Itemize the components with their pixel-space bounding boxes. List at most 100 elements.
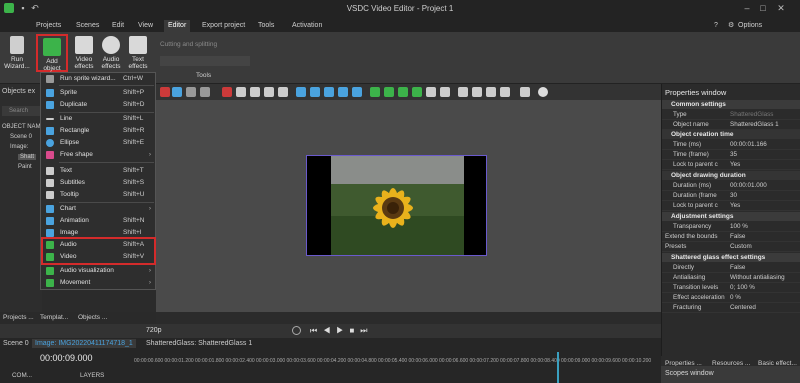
text-effects-button[interactable]: Text effects <box>124 36 152 70</box>
toolbar-icon[interactable] <box>310 87 320 97</box>
audio-effects-button[interactable]: Audio effects <box>97 36 125 70</box>
property-row[interactable]: Object name ShatteredGlass 1 <box>662 120 800 130</box>
list-item[interactable]: Scene 0 <box>10 134 32 140</box>
menu-item-rectangle[interactable]: Rectangle Shift+R <box>41 125 155 137</box>
toolbar-icon[interactable] <box>278 87 288 97</box>
tab-templates[interactable]: Templat... <box>40 314 68 321</box>
add-object-button[interactable]: Add object <box>36 34 68 72</box>
playback-controls[interactable]: ⏮◀▶■⏭ <box>310 326 374 336</box>
time-ruler[interactable]: 00:00:00.600 00:00:01.200 00:00:01.800 00:0… <box>134 358 661 370</box>
tab-tools[interactable]: Tools <box>254 20 278 32</box>
toolbar-icon[interactable] <box>398 87 408 97</box>
list-item[interactable]: Image: <box>10 144 28 150</box>
property-row[interactable]: Directly False <box>662 263 800 273</box>
property-row[interactable]: Antialiasing Without antialiasing <box>662 273 800 283</box>
menu-item-free-shape[interactable]: Free shape › <box>41 149 155 161</box>
menu-item-subtitles[interactable]: Subtitles Shift+S <box>41 177 155 189</box>
toolbar-icon[interactable] <box>500 87 510 97</box>
toolbar-icon[interactable] <box>384 87 394 97</box>
property-row[interactable]: Transition levels 0; 100 % <box>662 283 800 293</box>
options-button[interactable]: Options <box>734 20 766 32</box>
toolbar-icon[interactable] <box>324 87 334 97</box>
tab-image[interactable]: Image: IMG20220411174718_1 <box>32 339 136 348</box>
tab-edit[interactable]: Edit <box>108 20 128 32</box>
section-creation[interactable]: Object creation time <box>662 130 800 139</box>
toolbar-icon[interactable] <box>236 87 246 97</box>
maximize-icon[interactable]: □ <box>758 3 768 13</box>
tab-objects-explorer[interactable]: Objects ... <box>78 314 107 321</box>
toolbar-icon[interactable] <box>352 87 362 97</box>
menu-item-animation[interactable]: Animation Shift+N <box>41 215 155 227</box>
toolbar-icon[interactable] <box>458 87 468 97</box>
menu-item-movement[interactable]: Movement › <box>41 277 155 289</box>
property-row[interactable]: Duration (frame 30 <box>662 191 800 201</box>
toolbar-icon[interactable] <box>296 87 306 97</box>
gear-icon[interactable] <box>538 87 548 97</box>
property-row[interactable]: Duration (ms) 00:00:01.000 <box>662 181 800 191</box>
toolbar-icon[interactable] <box>412 87 422 97</box>
menu-item-sprite[interactable]: Sprite Shift+P <box>41 87 155 99</box>
toolbar-icon[interactable] <box>370 87 380 97</box>
toolbar-icon[interactable] <box>264 87 274 97</box>
property-row[interactable]: Presets Custom <box>662 242 800 252</box>
property-row[interactable]: Transparency 100 % <box>662 222 800 232</box>
toolbar-icon[interactable] <box>222 87 232 97</box>
menu-item-chart[interactable]: Chart › <box>41 203 155 215</box>
menu-item-text[interactable]: Text Shift+T <box>41 165 155 177</box>
property-row[interactable]: Time (ms) 00:00:01.166 <box>662 140 800 150</box>
menu-item-run-sprite-wizard[interactable]: Run sprite wizard... Ctrl+W <box>41 73 155 85</box>
toolbar-icon[interactable] <box>186 87 196 97</box>
preview-frame[interactable] <box>306 155 487 256</box>
column-header: OBJECT NAM <box>2 124 41 130</box>
toolbar-icon[interactable] <box>426 87 436 97</box>
list-item[interactable]: Shatt <box>18 154 37 160</box>
property-row[interactable]: Fracturing Centered <box>662 303 800 313</box>
menu-item-line[interactable]: Line Shift+L <box>41 113 155 125</box>
resolution-select[interactable]: 720p <box>146 327 162 334</box>
section-adjust[interactable]: Adjustment settings <box>662 212 800 221</box>
tab-view[interactable]: View <box>134 20 157 32</box>
toolbar-icon[interactable] <box>472 87 482 97</box>
playhead[interactable] <box>557 352 559 383</box>
run-wizard-button[interactable]: Run Wizard... <box>3 36 31 70</box>
minimize-icon[interactable]: – <box>742 3 752 13</box>
toolbar-icon[interactable] <box>250 87 260 97</box>
section-effect[interactable]: Shattered glass effect settings <box>662 253 800 262</box>
ruler-tick-label: 00:00:07.800 <box>500 358 530 364</box>
close-icon[interactable]: ✕ <box>776 3 786 13</box>
section-common[interactable]: Common settings <box>662 100 800 109</box>
property-row[interactable]: Extend the bounds False <box>662 232 800 242</box>
menu-item-tooltip[interactable]: Tooltip Shift+U <box>41 189 155 201</box>
tab-scenes[interactable]: Scenes <box>72 20 103 32</box>
property-row[interactable]: Effect acceleration 0 % <box>662 293 800 303</box>
property-row[interactable]: Type ShatteredGlass <box>662 110 800 120</box>
section-duration[interactable]: Object drawing duration <box>662 171 800 180</box>
tab-projects[interactable]: Projects <box>32 20 65 32</box>
tab-scene[interactable]: Scene 0 <box>3 340 29 347</box>
menu-item-duplicate[interactable]: Duplicate Shift+D <box>41 99 155 111</box>
cutting-splitting-label[interactable]: Cutting and splitting <box>160 41 217 48</box>
tab-projects-explorer[interactable]: Projects ... <box>3 314 34 321</box>
toolbar-icon[interactable] <box>200 87 210 97</box>
video-effects-label: Video effects <box>74 56 94 70</box>
toolbar-icon[interactable] <box>338 87 348 97</box>
menu-item-ellipse[interactable]: Ellipse Shift+E <box>41 137 155 149</box>
toolbar-icon[interactable] <box>160 87 170 97</box>
property-row[interactable]: Time (frame) 35 <box>662 150 800 160</box>
tab-export-project[interactable]: Export project <box>198 20 249 32</box>
property-row[interactable]: Lock to parent c Yes <box>662 201 800 211</box>
list-item[interactable]: Paint <box>18 164 32 170</box>
tab-activation[interactable]: Activation <box>288 20 326 32</box>
menu-item-audio-visualization[interactable]: Audio visualization › <box>41 265 155 277</box>
toolbar-icon[interactable] <box>486 87 496 97</box>
toolbar-icon[interactable] <box>520 87 530 97</box>
video-effects-button[interactable]: Video effects <box>70 36 98 70</box>
toolbar-icon[interactable] <box>440 87 450 97</box>
property-row[interactable]: Lock to parent c Yes <box>662 160 800 170</box>
tools-icons[interactable] <box>160 56 250 66</box>
tab-editor[interactable]: Editor <box>164 20 191 32</box>
help-icon[interactable]: ? <box>710 20 722 32</box>
tab-effect[interactable]: ShatteredGlass: ShatteredGlass 1 <box>146 340 252 347</box>
toolbar-icon[interactable] <box>172 87 182 97</box>
clock-icon[interactable] <box>292 326 301 335</box>
